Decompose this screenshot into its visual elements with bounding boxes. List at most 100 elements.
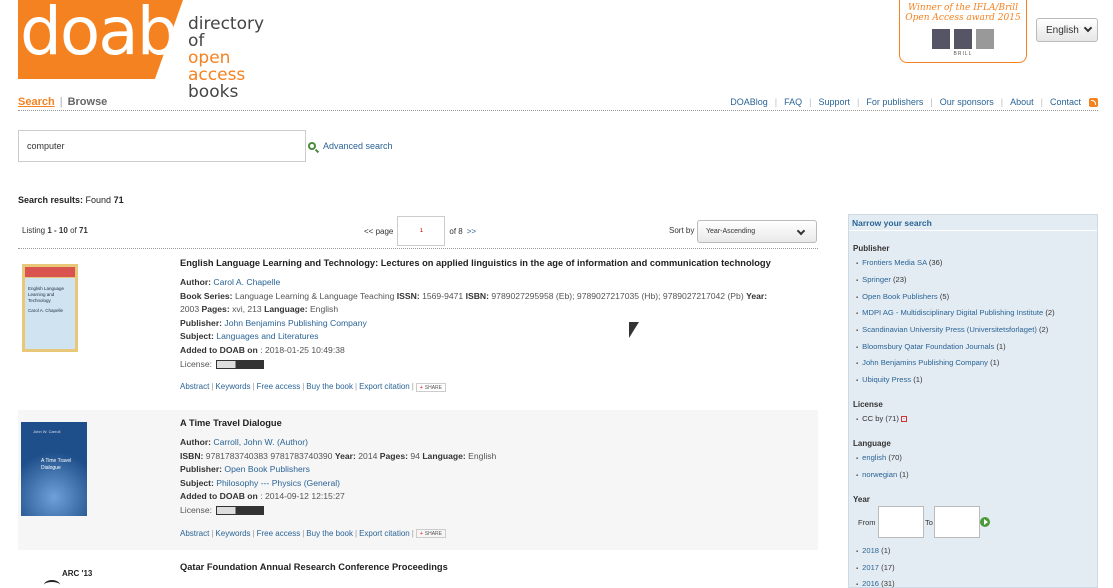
cover-author: John W. Carroll <box>33 429 61 434</box>
book-cover[interactable]: A Time Travel Dialogue John W. Carroll <box>21 422 87 516</box>
sort-value: Year-Ascending <box>706 228 756 235</box>
publisher-link[interactable]: Open Book Publishers <box>224 464 310 474</box>
search-input[interactable] <box>18 130 306 162</box>
record-subject-line: Subject: Philosophy --- Physics (General… <box>180 477 340 488</box>
tab-browse[interactable]: Browse <box>68 96 108 108</box>
pager-prev[interactable]: << page <box>364 227 393 236</box>
record-title[interactable]: English Language Learning and Technology… <box>180 258 771 268</box>
cover-title: English Language Learning and Technology <box>28 286 65 303</box>
author-link[interactable]: Carol A. Chapelle <box>213 277 280 287</box>
remove-filter-icon[interactable]: - <box>901 416 908 422</box>
record-body: A Time Travel Dialogue Author: Carroll, … <box>180 418 496 538</box>
language-value: English <box>1046 24 1079 36</box>
year-from-input[interactable] <box>878 506 924 538</box>
sort-select[interactable]: Year-Ascending <box>697 220 817 243</box>
link-our-sponsors[interactable]: Our sponsors <box>940 97 994 107</box>
link-support[interactable]: Support <box>818 97 850 107</box>
cover-title: A Time Travel Dialogue <box>41 458 72 471</box>
share-button[interactable]: SHARE <box>415 528 446 538</box>
record-publisher-line: Publisher: John Benjamins Publishing Com… <box>180 317 367 328</box>
buy-book-link[interactable]: Buy the book <box>306 382 353 391</box>
keywords-link[interactable]: Keywords <box>215 529 250 538</box>
facet-year-item: 2017 (17) <box>856 563 895 572</box>
record-publisher-line: Publisher: Open Book Publishers <box>180 464 310 475</box>
link-faq[interactable]: FAQ <box>784 97 802 107</box>
export-citation-link[interactable]: Export citation <box>359 529 410 538</box>
subject-link[interactable]: Languages and Literatures <box>216 331 318 341</box>
keywords-link[interactable]: Keywords <box>215 382 250 391</box>
rss-icon[interactable] <box>1089 97 1098 107</box>
record-body: Qatar Foundation Annual Research Confere… <box>180 562 448 580</box>
tagline-line-2: open access <box>188 48 246 85</box>
facet-heading-publisher: Publisher <box>853 244 890 253</box>
year-to-input[interactable] <box>934 506 980 538</box>
share-button[interactable]: SHARE <box>415 382 446 392</box>
facet-license-item: CC by (71) - <box>856 414 908 423</box>
record-series-line: Book Series: Language Learning & Languag… <box>180 290 768 301</box>
language-select[interactable]: English <box>1036 18 1098 42</box>
cc-by-license-icon[interactable] <box>216 506 265 516</box>
chevron-down-icon <box>1083 23 1093 33</box>
facet-publisher-item: Bloomsbury Qatar Foundation Journals (1) <box>856 342 1006 351</box>
record-body: English Language Learning and Technology… <box>180 258 771 392</box>
ifla-brill-award-badge[interactable]: Winner of the IFLA/Brill Open Access awa… <box>899 0 1027 63</box>
sidebar-title: Narrow your search <box>849 215 1097 231</box>
advanced-search-link[interactable]: Advanced search <box>323 141 393 151</box>
main-tabs: Search | Browse <box>18 96 107 108</box>
free-access-link[interactable]: Free access <box>257 382 301 391</box>
page-number-input[interactable] <box>397 216 446 246</box>
cc-by-license-icon[interactable] <box>216 359 265 369</box>
abstract-link[interactable]: Abstract <box>180 382 209 391</box>
record-title[interactable]: A Time Travel Dialogue <box>180 418 496 428</box>
facet-publisher-item: Scandinavian University Press (Universit… <box>856 325 1048 334</box>
tagline-line-1: directory of <box>188 14 265 51</box>
abstract-link[interactable]: Abstract <box>180 529 209 538</box>
free-access-link[interactable]: Free access <box>257 529 301 538</box>
search-icon[interactable] <box>308 142 316 150</box>
brill-wordmark: BRILL <box>953 51 973 57</box>
author-link[interactable]: Carroll, John W. (Author) <box>213 437 308 447</box>
mouse-cursor-icon <box>629 322 639 338</box>
record-subject-line: Subject: Languages and Literatures <box>180 331 319 342</box>
narrow-search-sidebar: Narrow your search Publisher Frontiers M… <box>848 214 1098 588</box>
record-pages-line: 2003 Pages: xvi, 213 Language: English <box>180 304 339 315</box>
record-title[interactable]: Qatar Foundation Annual Research Confere… <box>180 562 448 572</box>
apply-year-filter-icon[interactable] <box>980 517 990 527</box>
buy-book-link[interactable]: Buy the book <box>306 529 353 538</box>
award-seals <box>900 29 1026 49</box>
publisher-link[interactable]: John Benjamins Publishing Company <box>224 318 366 328</box>
brill-seal-icon <box>976 29 994 49</box>
record-license-line: License: <box>180 358 771 372</box>
pager-of: of 8 <box>449 226 463 236</box>
results-count: 71 <box>113 195 124 205</box>
export-citation-link[interactable]: Export citation <box>359 382 410 391</box>
arc-cover-mark <box>44 580 60 588</box>
book-cover[interactable]: ARC '13 <box>62 570 92 578</box>
facet-heading-year: Year <box>853 495 870 504</box>
link-about[interactable]: About <box>1010 97 1034 107</box>
tab-search[interactable]: Search <box>18 96 55 108</box>
logo-orange-box: doab <box>18 0 183 79</box>
facet-heading-license: License <box>853 400 883 409</box>
record-actions: Abstract | Keywords | Free access | Buy the bo… <box>180 382 771 392</box>
facet-heading-language: Language <box>853 439 891 448</box>
link-contact[interactable]: Contact <box>1050 97 1081 107</box>
listing-divider <box>18 248 818 249</box>
record-license-line: License: <box>180 504 496 518</box>
link-for-publishers[interactable]: For publishers <box>866 97 923 107</box>
book-cover[interactable]: English Language Learning and Technology… <box>22 264 78 352</box>
subject-link[interactable]: Philosophy --- Physics (General) <box>216 478 340 488</box>
doab-logo[interactable]: doab directory of open access books <box>18 0 268 101</box>
award-line-2: Open Access award 2015 <box>905 13 1021 23</box>
record-actions: Abstract | Keywords | Free access | Buy the bo… <box>180 529 496 538</box>
logo-tagline: directory of open access books <box>188 16 268 101</box>
facet-year-item: 2016 (31) <box>856 579 895 588</box>
result-record: ARC '13 Qatar Foundation Annual Research… <box>18 556 818 588</box>
logo-wordmark: doab <box>20 0 179 70</box>
sort-label: Sort by <box>669 226 695 235</box>
link-doablog[interactable]: DOABlog <box>730 97 768 107</box>
ifla-seal-icon <box>932 29 950 49</box>
pager-next[interactable]: >> <box>467 227 476 236</box>
facet-language-item: norwegian (1) <box>856 470 908 479</box>
listing-range: Listing 1 - 10 of 71 <box>22 226 88 235</box>
